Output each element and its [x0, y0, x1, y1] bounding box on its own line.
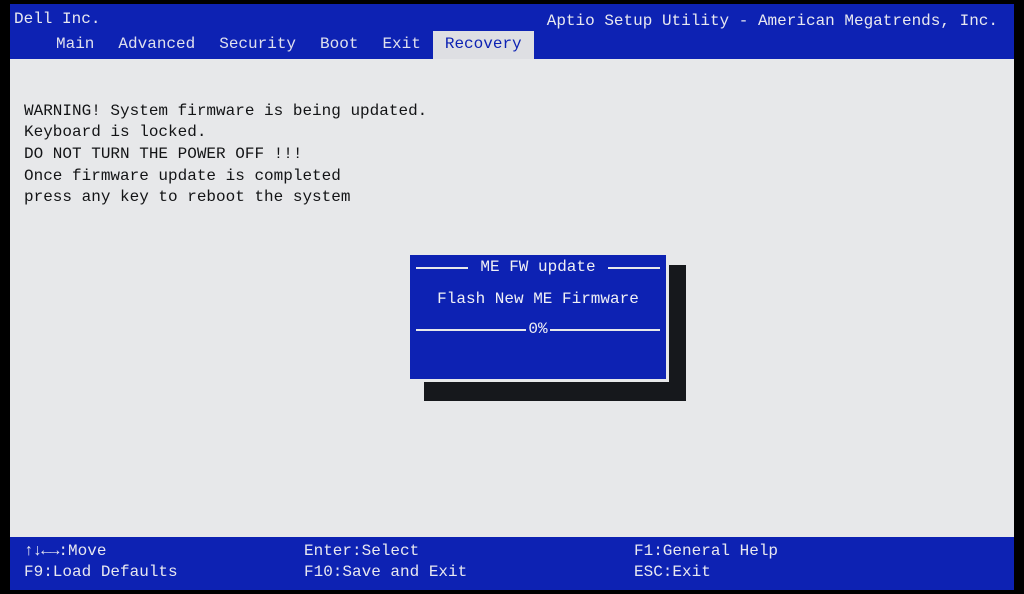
- hint-load-defaults: F9:Load Defaults: [24, 562, 304, 584]
- footer-row-1: ↑↓←→:Move Enter:Select F1:General Help: [24, 541, 1000, 563]
- tab-advanced[interactable]: Advanced: [106, 31, 207, 59]
- tab-main[interactable]: Main: [44, 31, 106, 59]
- content-area: WARNING! System firmware is being update…: [10, 59, 1014, 537]
- tab-exit[interactable]: Exit: [370, 31, 432, 59]
- footer-row-2: F9:Load Defaults F10:Save and Exit ESC:E…: [24, 562, 1000, 584]
- utility-title: Aptio Setup Utility - American Megatrend…: [14, 10, 1004, 32]
- hint-save-exit: F10:Save and Exit: [304, 562, 634, 584]
- hint-select: Enter:Select: [304, 541, 634, 563]
- hint-move: ↑↓←→:Move: [24, 541, 304, 563]
- warning-line-2: Keyboard is locked.: [24, 123, 206, 141]
- hint-esc-exit: ESC:Exit: [634, 562, 1000, 584]
- tab-recovery[interactable]: Recovery: [433, 31, 534, 59]
- firmware-update-dialog: ME FW update Flash New ME Firmware 0%: [407, 252, 669, 382]
- bios-screen: Dell Inc. Aptio Setup Utility - American…: [10, 4, 1014, 590]
- warning-line-1: WARNING! System firmware is being update…: [24, 102, 427, 120]
- dialog-progress-text: 0%: [526, 319, 549, 341]
- tab-bar: Main Advanced Security Boot Exit Recover…: [14, 31, 1004, 59]
- dialog-progress-row: 0%: [416, 323, 660, 337]
- warning-line-4: Once firmware update is completed: [24, 167, 341, 185]
- warning-line-5: press any key to reboot the system: [24, 188, 350, 206]
- footer-help-bar: ↑↓←→:Move Enter:Select F1:General Help F…: [10, 537, 1014, 590]
- warning-line-3: DO NOT TURN THE POWER OFF !!!: [24, 145, 302, 163]
- dialog-title: ME FW update: [474, 257, 601, 279]
- tab-security[interactable]: Security: [207, 31, 308, 59]
- tab-boot[interactable]: Boot: [308, 31, 370, 59]
- hint-help: F1:General Help: [634, 541, 1000, 563]
- header-bar: Dell Inc. Aptio Setup Utility - American…: [10, 4, 1014, 59]
- arrow-keys-icon: ↑↓←→: [24, 542, 58, 560]
- dialog-title-row: ME FW update: [410, 261, 666, 275]
- dialog-message: Flash New ME Firmware: [410, 275, 666, 321]
